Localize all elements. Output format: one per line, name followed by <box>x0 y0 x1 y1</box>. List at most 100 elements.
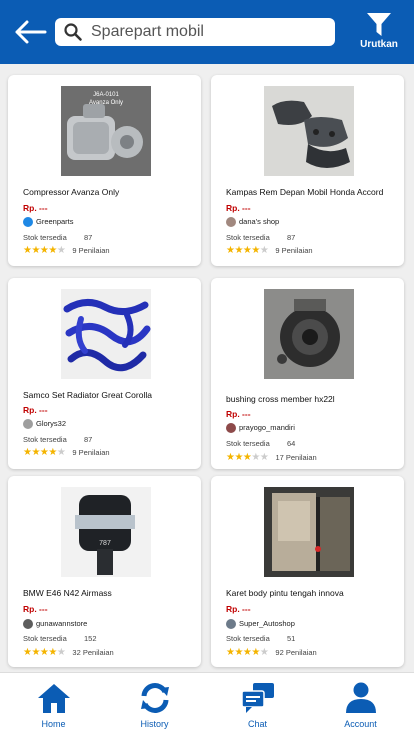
product-card[interactable]: bushing cross member hx22l Rp. --- prayo… <box>211 278 404 469</box>
seller-avatar <box>23 217 33 228</box>
sort-label: Urutkan <box>360 39 398 50</box>
user-icon <box>345 682 376 713</box>
product-card[interactable]: Kampas Rem Depan Mobil Honda Accord Rp. … <box>211 75 404 266</box>
home-icon <box>37 684 70 713</box>
rating-row: ★★★★★ 92 Penilaian <box>226 647 317 658</box>
star-rating: ★★★★★ <box>226 245 269 256</box>
product-name: bushing cross member hx22l <box>226 394 335 404</box>
stock-info: Stok tersedia 51 <box>226 634 295 643</box>
nav-chat[interactable]: Chat <box>206 673 309 736</box>
stock-label: Stok tersedia <box>23 435 67 444</box>
sort-button[interactable]: Urutkan <box>354 10 404 56</box>
stock-label: Stok tersedia <box>226 439 270 448</box>
review-count: 92 Penilaian <box>275 648 317 657</box>
seller-name: gunawannstore <box>36 619 88 628</box>
rating-row: ★★★★★ 9 Penilaian <box>23 245 110 256</box>
stock-count: 152 <box>84 634 97 643</box>
product-image: 787 <box>61 487 151 577</box>
svg-text:Avanza Only: Avanza Only <box>89 100 123 106</box>
stock-count: 87 <box>84 233 93 242</box>
product-price: Rp. --- <box>226 409 251 419</box>
review-count: 9 Penilaian <box>72 246 110 255</box>
stock-label: Stok tersedia <box>23 233 67 242</box>
stock-label: Stok tersedia <box>226 634 270 643</box>
product-card[interactable]: Samco Set Radiator Great Corolla Rp. ---… <box>8 278 201 469</box>
product-price: Rp. --- <box>226 604 251 614</box>
stock-info: Stok tersedia 87 <box>226 233 295 242</box>
stock-info: Stok tersedia 87 <box>23 435 92 444</box>
search-bar[interactable] <box>55 18 335 46</box>
seller-name: dana's shop <box>239 217 280 226</box>
seller-info: Greenparts <box>23 217 74 228</box>
search-input[interactable] <box>91 21 327 43</box>
stock-info: Stok tersedia 152 <box>23 634 97 643</box>
product-name: Karet body pintu tengah innova <box>226 588 344 598</box>
product-price: Rp. --- <box>23 405 48 415</box>
stock-info: Stok tersedia 64 <box>226 439 295 448</box>
seller-info: Super_Autoshop <box>226 619 295 630</box>
search-icon <box>64 23 82 41</box>
nav-history[interactable]: History <box>103 673 206 736</box>
product-card[interactable]: J6A-0101 Avanza Only Compressor Avanza O… <box>8 75 201 266</box>
app-header: Urutkan <box>0 0 414 64</box>
review-count: 32 Penilaian <box>72 648 114 657</box>
product-price: Rp. --- <box>23 604 48 614</box>
product-card[interactable]: Karet body pintu tengah innova Rp. --- S… <box>211 476 404 667</box>
stock-count: 87 <box>287 233 296 242</box>
nav-chat-label: Chat <box>247 719 267 729</box>
product-image <box>264 289 354 379</box>
seller-avatar <box>226 423 236 434</box>
product-image <box>264 487 354 577</box>
seller-name: Glorys32 <box>36 419 67 428</box>
nav-home-label: Home <box>41 719 66 729</box>
nav-account[interactable]: Account <box>309 673 412 736</box>
stock-count: 51 <box>287 634 296 643</box>
stock-count: 87 <box>84 435 93 444</box>
nav-home[interactable]: Home <box>2 673 105 736</box>
rating-row: ★★★★★ 17 Penilaian <box>226 452 317 463</box>
seller-name: prayogo_mandiri <box>239 423 295 432</box>
seller-avatar <box>226 619 236 630</box>
product-card[interactable]: 787 BMW E46 N42 Airmass Rp. --- gunawann… <box>8 476 201 667</box>
product-name: Samco Set Radiator Great Corolla <box>23 390 152 400</box>
filter-icon <box>367 13 391 36</box>
stock-label: Stok tersedia <box>23 634 67 643</box>
seller-avatar <box>23 419 33 430</box>
review-count: 17 Penilaian <box>275 453 317 462</box>
product-name: Kampas Rem Depan Mobil Honda Accord <box>226 187 384 197</box>
product-price: Rp. --- <box>23 203 48 213</box>
rating-row: ★★★★★ 9 Penilaian <box>226 245 313 256</box>
rating-row: ★★★★★ 32 Penilaian <box>23 647 114 658</box>
review-count: 9 Penilaian <box>72 448 110 457</box>
seller-info: Glorys32 <box>23 419 67 430</box>
chat-icon <box>240 683 274 713</box>
star-rating: ★★★★★ <box>23 245 66 256</box>
product-image <box>61 289 151 379</box>
product-image: J6A-0101 Avanza Only <box>61 86 151 176</box>
refresh-icon <box>140 683 169 713</box>
seller-info: prayogo_mandiri <box>226 423 295 434</box>
nav-history-label: History <box>140 719 169 729</box>
seller-info: gunawannstore <box>23 619 88 630</box>
star-rating: ★★★★★ <box>23 447 66 458</box>
star-rating: ★★★★★ <box>226 647 269 658</box>
star-rating: ★★★★★ <box>226 452 269 463</box>
bottom-navigation: Home History Chat Account <box>0 672 414 736</box>
seller-avatar <box>23 619 33 630</box>
review-count: 9 Penilaian <box>275 246 313 255</box>
arrow-left-icon <box>15 20 47 44</box>
svg-text:787: 787 <box>99 540 111 547</box>
svg-text:J6A-0101: J6A-0101 <box>93 92 119 98</box>
stock-count: 64 <box>287 439 296 448</box>
product-name: Compressor Avanza Only <box>23 187 120 197</box>
seller-name: Super_Autoshop <box>239 619 295 628</box>
nav-account-label: Account <box>344 719 377 729</box>
star-rating: ★★★★★ <box>23 647 66 658</box>
stock-info: Stok tersedia 87 <box>23 233 92 242</box>
seller-name: Greenparts <box>36 217 74 226</box>
seller-info: dana's shop <box>226 217 280 228</box>
back-button[interactable] <box>12 16 48 48</box>
seller-avatar <box>226 217 236 228</box>
product-price: Rp. --- <box>226 203 251 213</box>
product-image <box>264 86 354 176</box>
